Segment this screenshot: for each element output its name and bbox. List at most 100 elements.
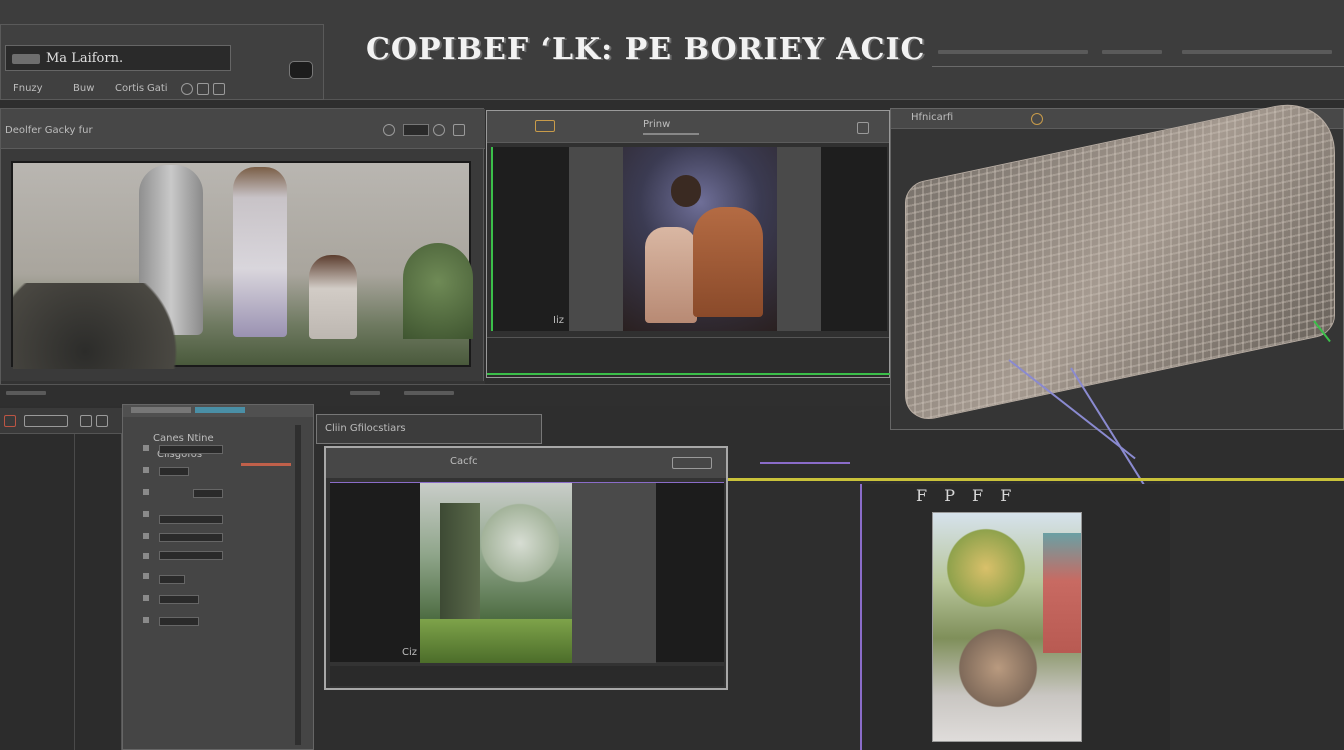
- figure-woman-standing: [233, 167, 287, 337]
- purple-connector: [760, 462, 850, 464]
- timeline-label: [350, 391, 380, 395]
- prop-field[interactable]: [159, 533, 223, 542]
- dark-foliage: [13, 283, 193, 369]
- menu-item-file[interactable]: Fnuzy: [13, 83, 43, 94]
- wireframe-mesh[interactable]: [905, 93, 1335, 425]
- bottom-center-corner-label: Ciz: [402, 647, 418, 658]
- bottom-preview-header-text: Cliin Gfilocstiars: [325, 423, 406, 434]
- wireframe-strut: [1070, 367, 1147, 488]
- close-icon[interactable]: [453, 124, 465, 136]
- right-viewport-header-text: Hfnicarfi: [911, 112, 954, 123]
- toolbar-line: [1102, 50, 1162, 54]
- main-preview-tab-label[interactable]: Deolfer Gacky fur: [5, 125, 93, 136]
- right-viewport-panel: Hfnicarfi: [890, 93, 1344, 488]
- photo-thumbnail: [623, 147, 777, 331]
- main-preview-panel: Deolfer Gacky fur: [0, 108, 485, 405]
- tree-canopy: [480, 493, 560, 593]
- properties-tab[interactable]: [131, 407, 191, 413]
- prop-field[interactable]: [159, 575, 185, 584]
- top-center-preview-header: Prinw: [487, 111, 889, 143]
- grass: [420, 619, 572, 663]
- prop-field[interactable]: [193, 489, 223, 498]
- yellow-connector: [728, 478, 1344, 481]
- prop-field[interactable]: [159, 617, 199, 626]
- tool-icon-c[interactable]: [80, 415, 92, 427]
- menu-item-cortis[interactable]: Cortis: [115, 83, 144, 94]
- file-panel: Ma Laiforn. Fnuzy Buw Cortis Gati: [0, 24, 324, 100]
- toolbar-line: [1182, 50, 1332, 54]
- main-preview-toolbar: Deolfer Gacky fur: [1, 109, 485, 149]
- file-label: Ma Laiforn.: [46, 51, 124, 66]
- right-frame-strip: [777, 147, 821, 331]
- properties-scrollbar[interactable]: [295, 425, 301, 745]
- toggle-icon[interactable]: [535, 120, 555, 132]
- prop-bullet: [143, 511, 149, 517]
- tool-icon-a[interactable]: [4, 415, 16, 427]
- bottom-center-preview-footer: [330, 666, 724, 686]
- small-preview-header-text: F P F F: [916, 486, 1018, 505]
- top-center-preview-viewport[interactable]: Iiz: [491, 147, 887, 331]
- shrubs: [403, 243, 473, 339]
- tool-column: [0, 408, 122, 750]
- zoom-field[interactable]: [403, 124, 429, 136]
- prop-bullet: [143, 553, 149, 559]
- title-toolbar-right: [932, 44, 1344, 70]
- bottom-center-preview-viewport[interactable]: Ciz: [330, 482, 724, 663]
- prop-bullet: [143, 445, 149, 451]
- properties-accent: [241, 463, 291, 466]
- top-center-preview-footer: [487, 337, 889, 377]
- bottom-center-sub-label: Cacfc: [450, 456, 478, 467]
- small-preview-header: F P F F: [916, 486, 1128, 510]
- properties-panel: Canes Ntine Ciisgofos: [122, 404, 314, 750]
- prop-field[interactable]: [159, 595, 199, 604]
- prop-field[interactable]: [159, 467, 189, 476]
- menu-item-buw[interactable]: Buw: [73, 83, 94, 94]
- prop-bullet: [143, 573, 149, 579]
- top-center-preview-panel: Prinw Iiz: [486, 110, 891, 378]
- top-center-corner-label: Iiz: [553, 315, 564, 326]
- properties-tab-active[interactable]: [195, 407, 245, 413]
- toolbar-line: [938, 50, 1088, 54]
- tool-icon-b[interactable]: [24, 415, 68, 427]
- prop-field[interactable]: [159, 445, 223, 454]
- prop-field[interactable]: [159, 551, 223, 560]
- bottom-preview-header-tab: Cliin Gfilocstiars: [316, 414, 542, 444]
- small-preview-panel: F P F F: [860, 484, 1170, 750]
- sync-icon[interactable]: [383, 124, 395, 136]
- file-name-field[interactable]: Ma Laiforn.: [5, 45, 231, 71]
- stop-icon[interactable]: [197, 83, 209, 95]
- properties-header: [123, 405, 313, 417]
- record-icon[interactable]: [181, 83, 193, 95]
- menu-item-gati[interactable]: Gati: [147, 83, 168, 94]
- main-preview-viewport[interactable]: [11, 161, 473, 369]
- camera-button[interactable]: [289, 61, 313, 79]
- figure-two: [693, 207, 763, 317]
- menu-bar: Fnuzy Buw Cortis Gati: [11, 83, 241, 97]
- figure-head: [671, 175, 701, 207]
- expand-icon[interactable]: [857, 122, 869, 134]
- prop-field[interactable]: [159, 515, 223, 524]
- folder-icon: [12, 54, 40, 64]
- properties-header-text: Canes Ntine: [153, 433, 214, 444]
- bottom-center-preview-header: Cacfc: [326, 448, 726, 478]
- settings-icon[interactable]: [433, 124, 445, 136]
- gizmo-icon[interactable]: [1031, 113, 1043, 125]
- figure-woman-seated: [309, 255, 357, 339]
- timeline-strip: [0, 384, 890, 406]
- bottom-expand-icon[interactable]: [672, 457, 712, 469]
- small-preview-image[interactable]: [932, 512, 1082, 742]
- toolbar-divider: [932, 66, 1344, 67]
- prop-bullet: [143, 489, 149, 495]
- prop-bullet: [143, 467, 149, 473]
- top-center-preview-header-text: Prinw: [643, 119, 671, 130]
- tool-header: [0, 408, 122, 434]
- tool-divider: [74, 434, 75, 750]
- timeline-label: [404, 391, 454, 395]
- left-frame-strip: [569, 147, 623, 331]
- prop-bullet: [143, 617, 149, 623]
- tool-icon-d[interactable]: [96, 415, 108, 427]
- bottom-right-frame-strip: [572, 483, 656, 663]
- more-icon[interactable]: [213, 83, 225, 95]
- tree-photo: [420, 483, 572, 663]
- foreground-object: [953, 623, 1043, 713]
